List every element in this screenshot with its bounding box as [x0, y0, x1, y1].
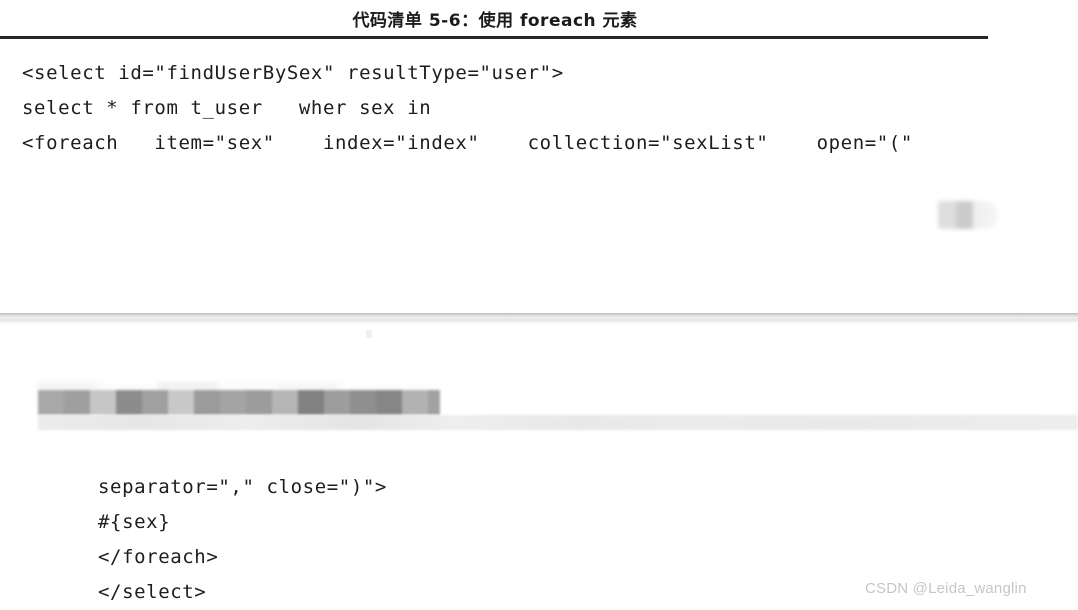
code-line: <select id="findUserBySex" resultType="u…: [22, 62, 564, 84]
faint-artifact-mark: [366, 330, 372, 338]
lower-code-listing: separator="," close=")"> #{sex} </foreac…: [98, 470, 998, 610]
redacted-text-row: [0, 382, 1078, 430]
csdn-watermark: CSDN @Leida_wanglin: [865, 580, 1027, 597]
figure-caption: 代码清单 5-6：使用 foreach 元素: [352, 11, 638, 31]
code-line: #{sex}: [98, 511, 171, 533]
code-line: select * from t_user wher sex in: [22, 97, 432, 119]
lower-figure-block: separator="," close=")"> #{sex} </foreac…: [0, 324, 1078, 610]
upper-figure-block: 代码清单 5-6：使用 foreach 元素 <select id="findU…: [0, 0, 1078, 313]
mosaic-redaction-underline: [38, 415, 1078, 430]
section-separator-band: [0, 313, 1078, 324]
code-line: </foreach>: [98, 546, 219, 568]
code-line: <foreach item="sex" index="index" collec…: [22, 132, 913, 154]
blurred-redaction-blob: [938, 201, 998, 229]
mosaic-redaction-block: [38, 390, 440, 415]
upper-code-listing: <select id="findUserBySex" resultType="u…: [22, 56, 1072, 161]
code-line: </select>: [98, 581, 207, 603]
code-line: separator="," close=")">: [98, 476, 387, 498]
caption-divider-rule: [0, 36, 988, 39]
